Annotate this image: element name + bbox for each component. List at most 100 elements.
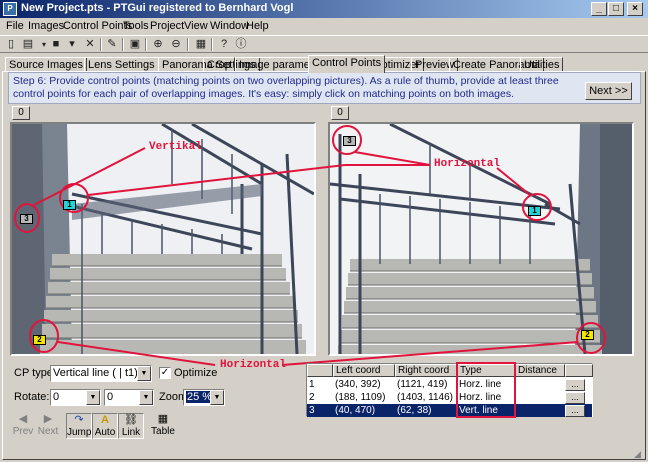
grid-view-icon[interactable]: ▦ [193, 37, 209, 52]
step-text: Step 6: Provide control points (matching… [13, 75, 559, 100]
prev-button[interactable]: ◀ Prev [10, 413, 36, 439]
toolbar-separator [100, 38, 102, 51]
menu-tools[interactable]: Tools [123, 20, 149, 32]
arrow-right-icon: ▶ [43, 413, 53, 425]
chevron-down-icon[interactable]: ▼ [86, 390, 100, 405]
rotate-label: Rotate: [14, 391, 50, 403]
rotate-left-select[interactable]: 0 ▼ [50, 389, 101, 406]
next-button[interactable]: Next >> [585, 82, 632, 100]
col-header-right-coord[interactable]: Right coord [395, 364, 457, 377]
row-index: 1 [309, 379, 315, 390]
chevron-down-icon[interactable]: ▼ [210, 390, 224, 405]
open-folder-icon[interactable]: ▤ [20, 37, 36, 52]
status-bar: ◢ [0, 447, 648, 462]
chevron-down-icon[interactable]: ▼ [137, 366, 151, 381]
row-options-button[interactable]: ... [565, 405, 585, 417]
row-options-button[interactable]: ... [565, 379, 585, 391]
close-button[interactable]: × [627, 2, 643, 16]
annotation-vertikal: Vertikal [149, 141, 202, 153]
help-icon[interactable]: ? [216, 37, 232, 52]
table-row-selected[interactable]: 3 (40, 470) (62, 38) Vert. line ... [307, 404, 592, 417]
cp-type-value: Vertical line ( | t1) [53, 367, 138, 379]
next-point-button[interactable]: ▶ Next [35, 413, 61, 439]
link-label: Link [121, 427, 141, 438]
optimize-checkbox[interactable]: ✓ [159, 367, 171, 379]
cp-marker-1-right[interactable]: 1 [528, 206, 541, 216]
left-image-view[interactable] [10, 122, 316, 356]
menu-bar: File Images Control Points Tools Project… [0, 18, 648, 35]
cp-marker-3-left[interactable]: 3 [20, 214, 33, 224]
toolbar-separator [122, 38, 124, 51]
link-icon: ⛓ [124, 414, 138, 426]
tab-crop[interactable]: Crop [203, 57, 235, 72]
arrow-left-icon: ◀ [18, 413, 28, 425]
optimize-label: Optimize [174, 367, 218, 379]
col-header-left-coord[interactable]: Left coord [333, 364, 395, 377]
auto-icon: A [101, 414, 109, 426]
row-options-button[interactable]: ... [565, 392, 585, 404]
tab-lens-settings[interactable]: Lens Settings [84, 57, 159, 72]
new-file-icon[interactable]: ▯ [3, 37, 19, 52]
chevron-down-icon[interactable]: ▼ [139, 390, 153, 405]
menu-images[interactable]: Images [28, 20, 64, 32]
menu-control-points[interactable]: Control Points [63, 20, 132, 32]
col-header-distance[interactable]: Distance [515, 364, 565, 377]
toolbar-separator [187, 38, 189, 51]
link-button[interactable]: ⛓ Link [118, 413, 144, 439]
annotation-horizontal-top: Horizontal [434, 158, 501, 170]
next-label: Next [37, 426, 59, 437]
row-right-coord: (62, 38) [397, 405, 432, 416]
jump-icon: ↷ [74, 414, 84, 426]
menu-file[interactable]: File [6, 20, 24, 32]
left-photo [12, 124, 314, 354]
cp-marker-2-right[interactable]: 2 [581, 330, 594, 340]
rotate-left-value: 0 [53, 391, 60, 403]
menu-view[interactable]: View [184, 20, 208, 32]
cp-marker-2-left[interactable]: 2 [33, 335, 46, 345]
title-bar: P New Project.pts - PTGui registered to … [0, 0, 648, 18]
save-icon[interactable]: ■ [48, 37, 64, 52]
row-right-coord: (1403, 1146) [397, 392, 453, 403]
annotation-horizontal-bottom: Horizontal [220, 359, 287, 371]
zoom-in-icon[interactable]: ⊕ [150, 37, 166, 52]
save-dropdown-icon[interactable]: ▾ [64, 37, 80, 52]
jump-label: Jump [67, 427, 92, 438]
maximize-button[interactable]: □ [608, 2, 624, 16]
menu-project[interactable]: Project [150, 20, 184, 32]
tab-control-points[interactable]: Control Points [308, 55, 386, 73]
delete-icon[interactable]: ✕ [82, 37, 98, 52]
col-header-actions [565, 364, 593, 377]
minimize-button[interactable]: _ [591, 2, 607, 16]
cp-marker-1-left[interactable]: 1 [63, 200, 76, 210]
control-points-table[interactable]: Left coord Right coord Type Distance 1 (… [306, 362, 593, 418]
row-left-coord: (340, 392) [335, 379, 381, 390]
menu-window[interactable]: Window [210, 20, 249, 32]
image-settings-icon[interactable]: ▣ [127, 37, 143, 52]
row-left-coord: (188, 1109) [335, 392, 386, 403]
toolbar-separator [211, 38, 213, 51]
cp-type-select[interactable]: Vertical line ( | t1) ▼ [50, 365, 152, 382]
rotate-right-select[interactable]: 0 ▼ [104, 389, 154, 406]
row-index: 2 [309, 392, 315, 403]
ptgui-app-icon[interactable]: P [3, 2, 17, 16]
info-icon[interactable]: ⓘ [233, 37, 249, 52]
wand-icon[interactable]: ✎ [104, 37, 120, 52]
row-left-coord: (40, 470) [335, 405, 376, 416]
right-image-tab[interactable]: 0 [331, 106, 349, 120]
jump-button[interactable]: ↷ Jump [66, 413, 92, 439]
table-label: Table [151, 426, 175, 437]
tab-utilities[interactable]: Utilities [520, 57, 564, 72]
table-icon: ▦ [157, 413, 169, 425]
auto-button[interactable]: A Auto [92, 413, 118, 439]
zoom-select[interactable]: 25 % ▼ [183, 389, 225, 406]
col-header-index[interactable] [307, 364, 333, 377]
resize-grip-icon[interactable]: ◢ [634, 449, 646, 461]
type-column-highlight [456, 362, 516, 418]
tab-source-images[interactable]: Source Images [5, 57, 87, 72]
left-image-tab[interactable]: 0 [12, 106, 30, 120]
zoom-out-icon[interactable]: ⊖ [168, 37, 184, 52]
table-button[interactable]: ▦ Table [148, 413, 178, 439]
menu-help[interactable]: Help [246, 20, 269, 32]
cp-marker-3-right[interactable]: 3 [343, 136, 356, 146]
cp-tool-buttons: ◀ Prev ▶ Next ↷ Jump A Auto ⛓ Link ▦ Tab… [10, 413, 175, 439]
